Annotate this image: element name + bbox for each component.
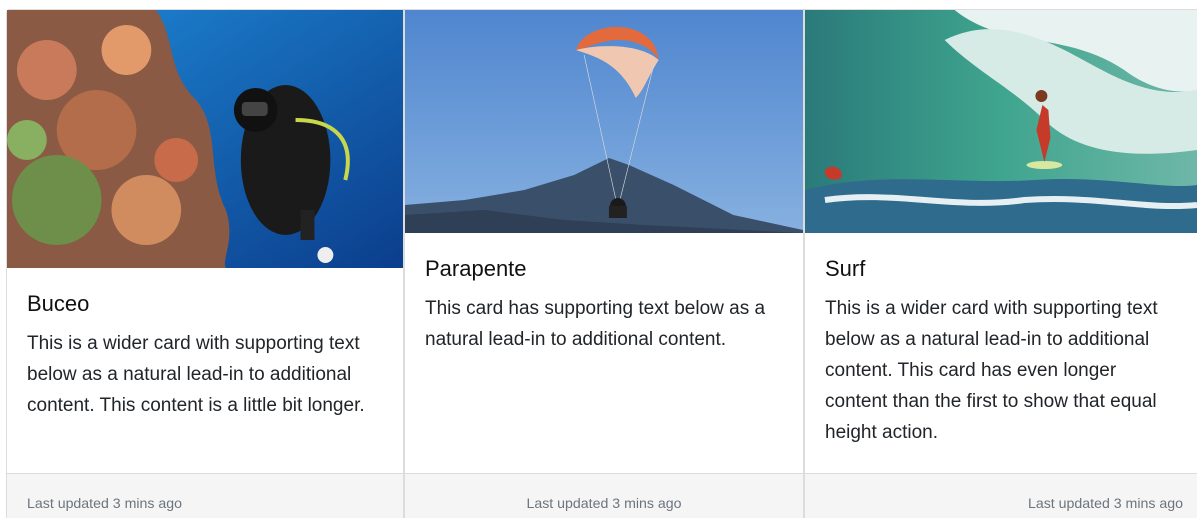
- card-parapente: Parapente This card has supporting text …: [404, 9, 804, 518]
- last-updated-text: Last updated 3 mins ago: [1027, 496, 1183, 512]
- card-footer: Last updated 3 mins ago: [405, 473, 803, 518]
- paraglider-photo-icon: [405, 10, 803, 233]
- card-body: Parapente This card has supporting text …: [405, 233, 803, 473]
- card-image-buceo: [7, 10, 403, 268]
- card-group: Buceo This is a wider card with supporti…: [6, 9, 1197, 518]
- card-title: Buceo: [27, 291, 90, 316]
- surfer-photo-icon: [805, 10, 1197, 233]
- scuba-diver-photo-icon: [7, 10, 403, 268]
- card-body: Buceo This is a wider card with supporti…: [7, 268, 403, 473]
- card-body: Surf This is a wider card with supportin…: [805, 233, 1197, 473]
- card-buceo: Buceo This is a wider card with supporti…: [6, 9, 404, 518]
- card-image-surf: [805, 10, 1197, 233]
- card-text: This card has supporting text below as a…: [425, 298, 766, 350]
- card-text: This is a wider card with supporting tex…: [27, 333, 365, 416]
- card-surf: Surf This is a wider card with supportin…: [804, 9, 1197, 518]
- card-footer: Last updated 3 mins ago: [805, 473, 1197, 518]
- card-footer: Last updated 3 mins ago: [7, 473, 403, 518]
- last-updated-text: Last updated 3 mins ago: [27, 496, 183, 512]
- card-text: This is a wider card with supporting tex…: [825, 298, 1158, 443]
- last-updated-text: Last updated 3 mins ago: [526, 496, 682, 512]
- card-title: Surf: [825, 256, 866, 281]
- card-image-parapente: [405, 10, 803, 233]
- card-title: Parapente: [425, 256, 527, 281]
